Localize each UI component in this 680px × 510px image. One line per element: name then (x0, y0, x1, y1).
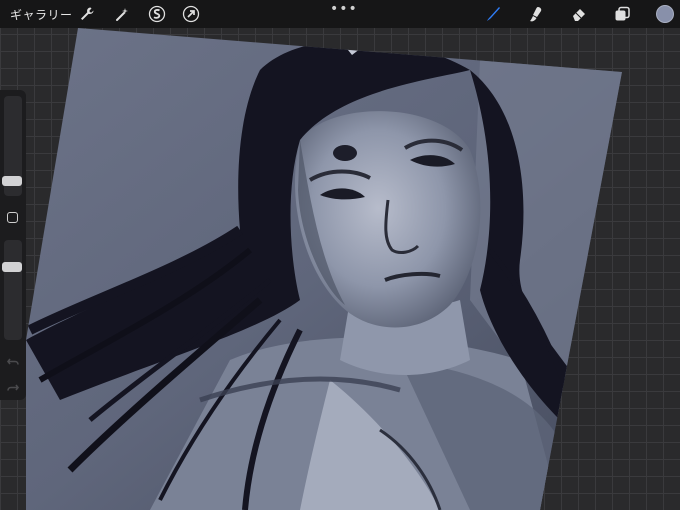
redo-icon[interactable] (6, 380, 20, 394)
transform-arrow-icon[interactable] (182, 5, 200, 23)
eraser-icon[interactable] (570, 5, 588, 23)
gallery-button[interactable]: ギャラリー (10, 6, 73, 23)
opacity-slider[interactable] (2, 240, 22, 340)
left-sidebar (0, 90, 26, 400)
layers-icon[interactable] (613, 5, 631, 23)
brush-size-thumb[interactable] (2, 176, 22, 186)
brush-size-slider[interactable] (2, 96, 22, 196)
selection-s-icon[interactable] (148, 5, 166, 23)
color-picker-button[interactable] (656, 5, 674, 23)
modifier-button[interactable] (7, 212, 18, 223)
artwork (26, 28, 622, 510)
brush-icon[interactable] (484, 5, 502, 23)
drawing-canvas[interactable] (0, 0, 680, 510)
wrench-icon[interactable] (78, 5, 96, 23)
opacity-thumb[interactable] (2, 262, 22, 272)
more-options-icon[interactable]: ••• (330, 1, 358, 17)
magic-wand-icon[interactable] (113, 5, 131, 23)
top-toolbar: ギャラリー ••• (0, 0, 680, 28)
smudge-icon[interactable] (527, 5, 545, 23)
undo-icon[interactable] (6, 354, 20, 368)
